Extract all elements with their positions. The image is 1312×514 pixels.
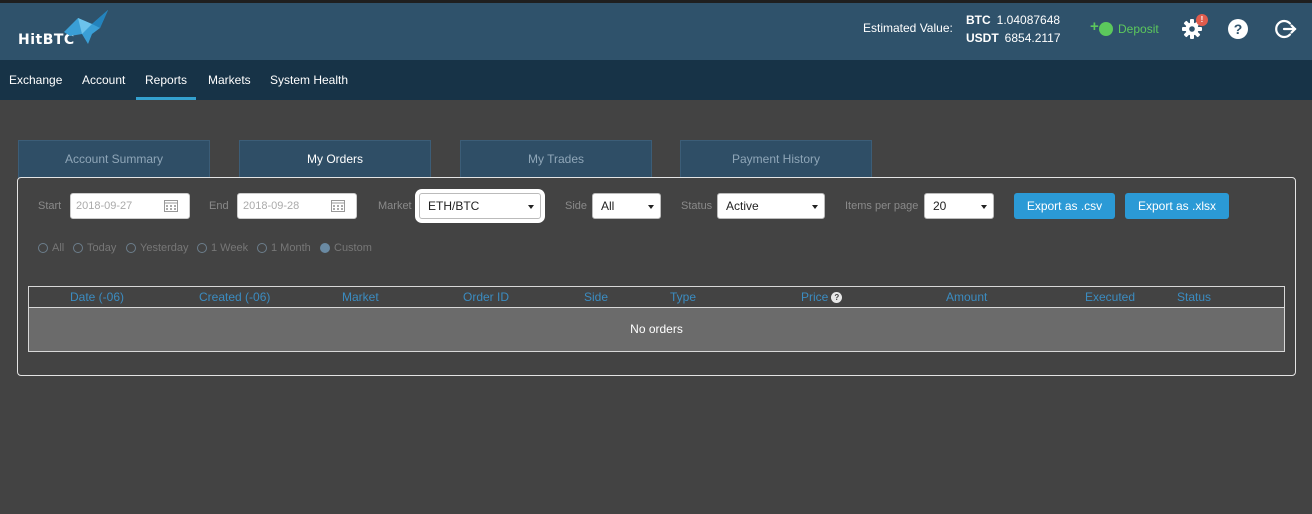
end-label: End: [209, 200, 229, 212]
period-radio-1-week[interactable]: 1 Week: [197, 242, 248, 254]
period-radio-1-month[interactable]: 1 Month: [257, 242, 311, 254]
column-header-executed[interactable]: Executed: [1085, 290, 1135, 304]
status-label: Status: [681, 200, 713, 212]
chevron-down-icon: [648, 205, 654, 209]
chevron-down-icon: [528, 205, 534, 209]
radio-circle-icon: [126, 243, 136, 253]
market-select-value: ETH/BTC: [428, 199, 480, 213]
column-header-created[interactable]: Created (-06): [199, 290, 270, 304]
items-per-page-value: 20: [933, 199, 947, 213]
period-label: All: [52, 242, 65, 254]
tab-payment-history[interactable]: Payment History: [680, 140, 872, 178]
market-label: Market: [378, 200, 412, 212]
period-label: 1 Month: [271, 242, 311, 254]
column-header-order-id[interactable]: Order ID: [463, 290, 509, 304]
items-per-page-select[interactable]: 20: [924, 193, 994, 219]
price-help-icon[interactable]: ?: [831, 292, 843, 303]
orders-table: Date (-06) Created (-06) Market Order ID…: [28, 286, 1285, 352]
end-calendar-icon[interactable]: [331, 199, 345, 212]
balance-currency: USDT: [966, 31, 999, 45]
export-csv-button[interactable]: Export as .csv: [1014, 193, 1115, 219]
deposit-coin-icon: +: [1090, 18, 1114, 38]
period-radio-custom[interactable]: Custom: [320, 242, 372, 254]
column-header-market[interactable]: Market: [342, 290, 379, 304]
period-label: Custom: [334, 242, 372, 254]
items-per-page-label: Items per page: [845, 200, 919, 212]
column-header-price[interactable]: Price?: [801, 290, 843, 304]
hitbtc-logo[interactable]: HitBTC: [16, 10, 116, 52]
main-nav: Exchange Account Reports Markets System …: [0, 60, 1312, 100]
export-xlsx-button[interactable]: Export as .xlsx: [1125, 193, 1229, 219]
deposit-button[interactable]: + Deposit: [1090, 18, 1159, 39]
radio-circle-icon: [257, 243, 267, 253]
balance-currency: BTC: [966, 13, 991, 27]
logout-icon[interactable]: [1275, 18, 1297, 40]
table-header: Date (-06) Created (-06) Market Order ID…: [29, 287, 1284, 308]
period-label: Yesterday: [140, 242, 189, 254]
nav-exchange[interactable]: Exchange: [0, 60, 71, 100]
column-header-type[interactable]: Type: [670, 290, 696, 304]
start-calendar-icon[interactable]: [164, 199, 178, 212]
chevron-down-icon: [981, 205, 987, 209]
radio-checked-icon: [320, 243, 330, 253]
price-header-label: Price: [801, 290, 829, 304]
balance-usdt: USDT 6854.2117: [966, 31, 1061, 45]
tab-my-trades[interactable]: My Trades: [460, 140, 652, 178]
period-radio-all[interactable]: All: [38, 242, 64, 254]
period-label: 1 Week: [211, 242, 249, 254]
nav-reports[interactable]: Reports: [136, 60, 197, 100]
column-header-side[interactable]: Side: [584, 290, 608, 304]
radio-circle-icon: [38, 243, 48, 253]
status-select[interactable]: Active: [717, 193, 825, 219]
balance-btc: BTC 1.04087648: [966, 13, 1060, 27]
tab-account-summary[interactable]: Account Summary: [18, 140, 210, 178]
svg-text:?: ?: [1234, 21, 1243, 37]
side-select[interactable]: All: [592, 193, 661, 219]
table-body: No orders: [29, 308, 1284, 351]
market-select[interactable]: ETH/BTC: [419, 193, 541, 219]
column-header-amount[interactable]: Amount: [946, 290, 987, 304]
side-label: Side: [565, 200, 588, 212]
help-icon[interactable]: ?: [1227, 18, 1249, 40]
estimated-value-label: Estimated Value:: [863, 21, 953, 35]
side-select-value: All: [601, 199, 615, 213]
nav-system-health[interactable]: System Health: [261, 60, 357, 100]
period-radio-yesterday[interactable]: Yesterday: [126, 242, 189, 254]
start-label: Start: [38, 200, 62, 212]
balance-amount: 1.04087648: [996, 13, 1061, 27]
tab-my-orders[interactable]: My Orders: [239, 140, 431, 178]
radio-circle-icon: [73, 243, 83, 253]
radio-circle-icon: [197, 243, 207, 253]
logo-bird-icon: [64, 10, 108, 44]
chevron-down-icon: [812, 205, 818, 209]
notification-badge: !: [1196, 14, 1208, 26]
period-radio-today[interactable]: Today: [73, 242, 116, 254]
balance-amount: 6854.2117: [1004, 31, 1061, 45]
column-header-date[interactable]: Date (-06): [70, 290, 124, 304]
nav-markets[interactable]: Markets: [199, 60, 260, 100]
deposit-label: Deposit: [1118, 22, 1159, 36]
column-header-status[interactable]: Status: [1177, 290, 1211, 304]
nav-account[interactable]: Account: [73, 60, 134, 100]
status-select-value: Active: [726, 199, 759, 213]
period-label: Today: [87, 242, 117, 254]
empty-state-text: No orders: [630, 322, 683, 336]
